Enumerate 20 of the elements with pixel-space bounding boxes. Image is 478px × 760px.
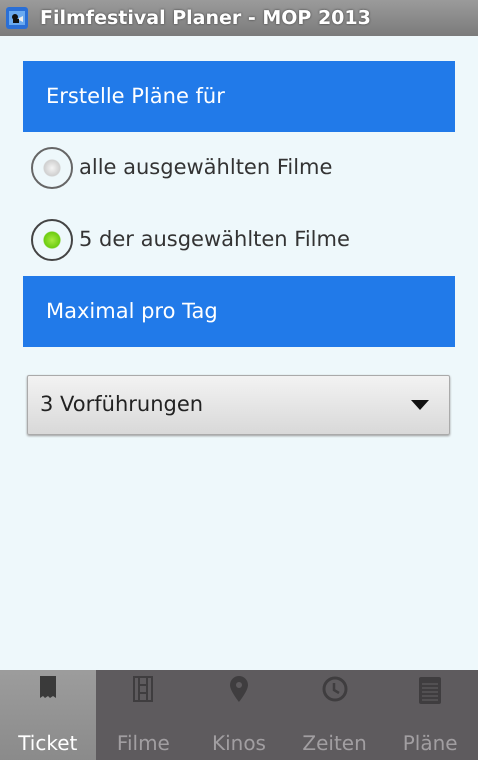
film-strip-icon bbox=[133, 676, 154, 702]
caret-icon bbox=[411, 400, 429, 410]
section-header: Erstelle Pläne für bbox=[23, 61, 455, 132]
radio-button[interactable] bbox=[31, 147, 73, 189]
window-title: Filmfestival Planer - MOP 2013 bbox=[40, 6, 371, 31]
clock-icon bbox=[322, 676, 348, 702]
receipt-icon bbox=[40, 676, 56, 700]
tab[interactable]: Filme bbox=[96, 670, 192, 760]
tab[interactable]: Kinos bbox=[191, 670, 287, 760]
option-label[interactable]: 5 der ausgewählten Filme bbox=[79, 224, 350, 256]
section-header: Maximal pro Tag bbox=[23, 276, 455, 347]
map-pin-icon bbox=[230, 676, 248, 702]
dropdown[interactable]: 3 Vorführungen bbox=[27, 375, 450, 435]
tab[interactable]: Zeiten bbox=[286, 670, 382, 760]
tab[interactable]: Ticket bbox=[0, 670, 96, 760]
tab[interactable]: Pläne bbox=[382, 670, 478, 760]
app-icon bbox=[6, 7, 28, 29]
notepad-icon bbox=[419, 676, 442, 704]
radio-button[interactable] bbox=[31, 219, 73, 261]
option-label[interactable]: alle ausgewählten Filme bbox=[79, 152, 332, 184]
